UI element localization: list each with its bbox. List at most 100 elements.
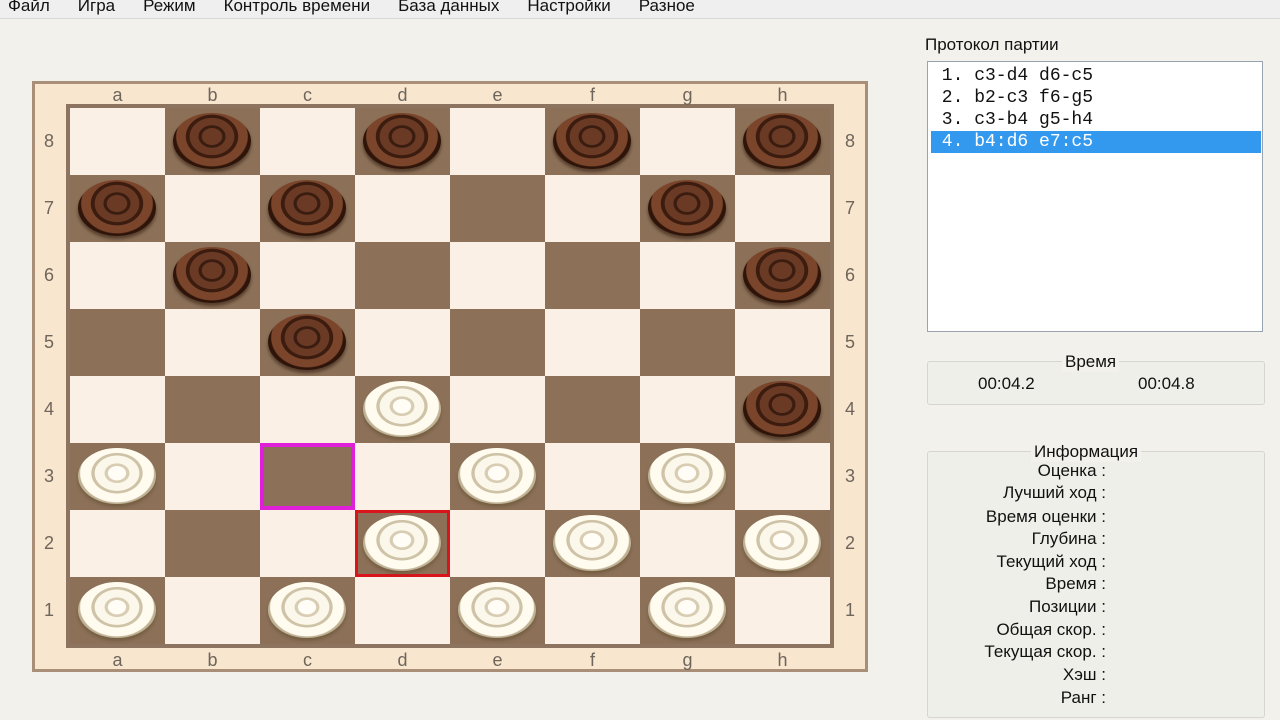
square-e7[interactable] [450, 175, 545, 242]
square-b8[interactable] [165, 108, 260, 175]
square-b3[interactable] [165, 443, 260, 510]
square-e5[interactable] [450, 309, 545, 376]
move-row-2[interactable]: 2. b2-c3 f6-g5 [931, 87, 1261, 109]
square-g7[interactable] [640, 175, 735, 242]
black-checker-d8[interactable] [363, 113, 441, 169]
square-c7[interactable] [260, 175, 355, 242]
square-d5[interactable] [355, 309, 450, 376]
square-d8[interactable] [355, 108, 450, 175]
black-checker-h4[interactable] [743, 381, 821, 437]
square-d7[interactable] [355, 175, 450, 242]
square-c6[interactable] [260, 242, 355, 309]
square-c1[interactable] [260, 577, 355, 644]
menu-misc[interactable]: Разное [625, 0, 709, 15]
square-a6[interactable] [70, 242, 165, 309]
square-c3[interactable] [260, 443, 355, 510]
square-c8[interactable] [260, 108, 355, 175]
square-a5[interactable] [70, 309, 165, 376]
square-e4[interactable] [450, 376, 545, 443]
black-checker-b8[interactable] [173, 113, 251, 169]
square-h4[interactable] [735, 376, 830, 443]
square-f3[interactable] [545, 443, 640, 510]
white-checker-f2[interactable] [553, 515, 631, 571]
square-e3[interactable] [450, 443, 545, 510]
black-checker-h8[interactable] [743, 113, 821, 169]
square-g1[interactable] [640, 577, 735, 644]
square-d4[interactable] [355, 376, 450, 443]
square-b1[interactable] [165, 577, 260, 644]
square-g4[interactable] [640, 376, 735, 443]
white-checker-d2[interactable] [363, 515, 441, 571]
white-checker-g3[interactable] [648, 448, 726, 504]
black-checker-c5[interactable] [268, 314, 346, 370]
square-h6[interactable] [735, 242, 830, 309]
square-d6[interactable] [355, 242, 450, 309]
white-checker-a1[interactable] [78, 582, 156, 638]
white-checker-d4[interactable] [363, 381, 441, 437]
square-b4[interactable] [165, 376, 260, 443]
menu-mode[interactable]: Режим [129, 0, 209, 15]
square-a8[interactable] [70, 108, 165, 175]
square-e8[interactable] [450, 108, 545, 175]
move-row-4[interactable]: 4. b4:d6 e7:c5 [931, 131, 1261, 153]
square-h3[interactable] [735, 443, 830, 510]
menu-settings[interactable]: Настройки [513, 0, 624, 15]
square-h7[interactable] [735, 175, 830, 242]
black-checker-h6[interactable] [743, 247, 821, 303]
move-list[interactable]: 1. c3-d4 d6-c5 2. b2-c3 f6-g5 3. c3-b4 g… [927, 61, 1263, 332]
white-checker-e1[interactable] [458, 582, 536, 638]
white-checker-g1[interactable] [648, 582, 726, 638]
square-e6[interactable] [450, 242, 545, 309]
square-a3[interactable] [70, 443, 165, 510]
menu-file[interactable]: Файл [0, 0, 64, 15]
white-checker-e3[interactable] [458, 448, 536, 504]
black-checker-b6[interactable] [173, 247, 251, 303]
square-h8[interactable] [735, 108, 830, 175]
move-row-3[interactable]: 3. c3-b4 g5-h4 [931, 109, 1261, 131]
square-b7[interactable] [165, 175, 260, 242]
square-f1[interactable] [545, 577, 640, 644]
square-g8[interactable] [640, 108, 735, 175]
black-checker-a7[interactable] [78, 180, 156, 236]
square-e2[interactable] [450, 510, 545, 577]
menu-database[interactable]: База данных [384, 0, 513, 15]
square-h5[interactable] [735, 309, 830, 376]
white-checker-a3[interactable] [78, 448, 156, 504]
square-a7[interactable] [70, 175, 165, 242]
square-g5[interactable] [640, 309, 735, 376]
white-checker-h2[interactable] [743, 515, 821, 571]
square-a4[interactable] [70, 376, 165, 443]
black-checker-f8[interactable] [553, 113, 631, 169]
square-d1[interactable] [355, 577, 450, 644]
square-f7[interactable] [545, 175, 640, 242]
checkers-board[interactable] [70, 108, 830, 644]
square-f6[interactable] [545, 242, 640, 309]
move-row-1[interactable]: 1. c3-d4 d6-c5 [931, 65, 1261, 87]
square-f8[interactable] [545, 108, 640, 175]
square-c5[interactable] [260, 309, 355, 376]
square-a2[interactable] [70, 510, 165, 577]
black-checker-g7[interactable] [648, 180, 726, 236]
square-c4[interactable] [260, 376, 355, 443]
square-g2[interactable] [640, 510, 735, 577]
square-g6[interactable] [640, 242, 735, 309]
white-checker-c1[interactable] [268, 582, 346, 638]
square-b6[interactable] [165, 242, 260, 309]
menu-game[interactable]: Игра [64, 0, 129, 15]
menu-time-control[interactable]: Контроль времени [210, 0, 385, 15]
black-checker-c7[interactable] [268, 180, 346, 236]
square-d3[interactable] [355, 443, 450, 510]
square-b5[interactable] [165, 309, 260, 376]
square-f4[interactable] [545, 376, 640, 443]
square-g3[interactable] [640, 443, 735, 510]
square-f2[interactable] [545, 510, 640, 577]
square-f5[interactable] [545, 309, 640, 376]
square-a1[interactable] [70, 577, 165, 644]
square-h1[interactable] [735, 577, 830, 644]
square-b2[interactable] [165, 510, 260, 577]
square-d2[interactable] [355, 510, 450, 577]
square-h2[interactable] [735, 510, 830, 577]
rank-label-1-right: 1 [844, 600, 855, 620]
square-e1[interactable] [450, 577, 545, 644]
square-c2[interactable] [260, 510, 355, 577]
